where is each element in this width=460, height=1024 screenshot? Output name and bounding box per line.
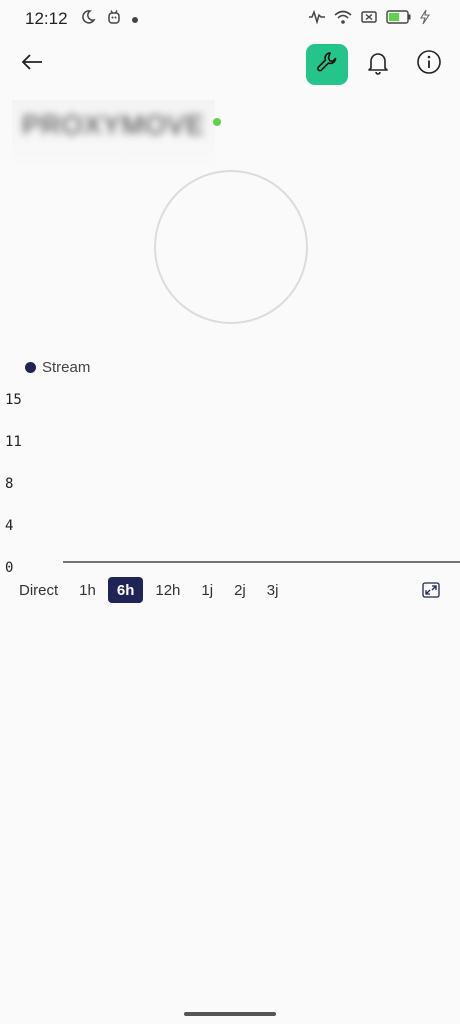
info-button[interactable]: [415, 49, 443, 80]
maintenance-button[interactable]: [306, 44, 348, 85]
y-tick-label: 15: [5, 392, 22, 408]
y-tick-label: 0: [5, 560, 13, 576]
expand-chart-button[interactable]: [420, 581, 442, 603]
time-range-selector: Direct 1h 6h 12h 1j 2j 3j: [10, 576, 290, 604]
status-left-icons: [80, 9, 138, 30]
no-sim-icon: [360, 9, 378, 30]
expand-icon: [422, 581, 440, 603]
y-tick-label: 8: [5, 476, 13, 492]
legend-label: Stream: [42, 359, 91, 376]
legend-dot: [25, 362, 36, 373]
stream-chart: 15 11 8 4 0: [5, 392, 460, 576]
wifi-icon: [334, 9, 352, 30]
bell-icon: [367, 51, 389, 80]
y-tick-label: 4: [5, 518, 13, 534]
charging-icon: [420, 9, 431, 30]
assistant-icon: [106, 9, 122, 30]
time-range-6h[interactable]: 6h: [107, 577, 144, 603]
time-range-2j[interactable]: 2j: [225, 577, 255, 603]
notification-dot-icon: [132, 16, 138, 23]
status-time: 12:12: [25, 9, 68, 28]
status-bar: 12:12: [0, 0, 460, 38]
time-range-12h[interactable]: 12h: [146, 577, 189, 603]
time-range-direct[interactable]: Direct: [10, 577, 67, 603]
moon-icon: [80, 9, 96, 30]
arrow-left-icon: [20, 52, 44, 77]
time-range-1h[interactable]: 1h: [70, 577, 105, 603]
chart-legend: Stream: [25, 359, 90, 376]
signal-wave-icon: [308, 9, 326, 30]
battery-icon: [386, 9, 412, 30]
status-right-icons: [308, 9, 431, 30]
info-icon: [416, 49, 442, 80]
home-indicator[interactable]: [184, 1012, 276, 1016]
device-status-ring: [154, 170, 308, 324]
device-header: PROXYMOVE: [12, 100, 215, 172]
notifications-button[interactable]: [364, 50, 392, 80]
back-button[interactable]: [16, 50, 48, 78]
y-tick-label: 11: [5, 434, 22, 450]
time-range-1j[interactable]: 1j: [192, 577, 222, 603]
time-range-3j[interactable]: 3j: [258, 577, 288, 603]
device-name: PROXYMOVE: [22, 110, 206, 140]
wrench-icon: [315, 50, 339, 79]
online-status-dot: [213, 118, 221, 126]
